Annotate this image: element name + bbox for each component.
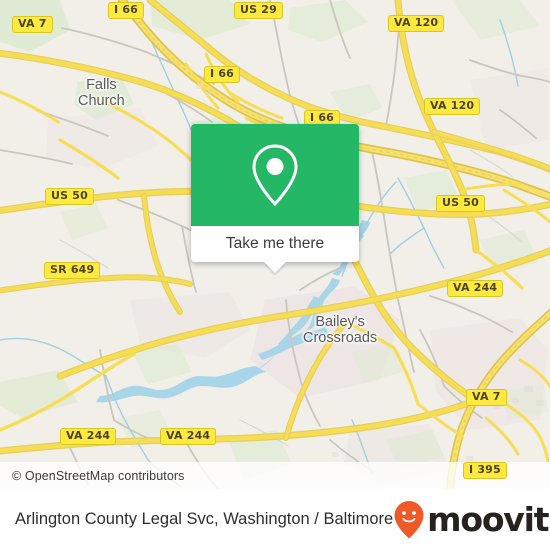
take-me-there-button[interactable]: Take me there [226, 235, 324, 253]
place-label-line2: Church [78, 93, 125, 109]
place-label-baileys-crossroads: Bailey's Crossroads [303, 314, 377, 346]
road-shield: VA 7 [12, 16, 53, 33]
location-popup[interactable]: Take me there [191, 124, 359, 273]
place-label-line1: Falls [86, 77, 117, 93]
place-label-falls-church: Falls Church [78, 77, 125, 109]
road-shield: I 66 [204, 66, 241, 83]
popup-pointer-tail [264, 262, 286, 273]
road-shield: US 29 [234, 2, 283, 19]
moovit-brand[interactable]: moovit [393, 500, 550, 540]
road-shield: VA 120 [388, 15, 445, 32]
road-shield: US 50 [45, 188, 94, 205]
popup-footer[interactable]: Take me there [191, 226, 359, 273]
footer-bar: Arlington County Legal Svc, Washington /… [0, 489, 550, 550]
popup-header [191, 124, 359, 226]
road-shield: VA 7 [466, 389, 507, 406]
road-shield: I 66 [108, 2, 145, 19]
moovit-smiley-pin-icon [394, 500, 424, 538]
moovit-wordmark: moovit [427, 500, 549, 539]
map-pin-icon [252, 144, 298, 207]
road-shield: I 395 [463, 462, 507, 479]
place-label-line1: Bailey's [315, 314, 365, 330]
osm-attribution-text[interactable]: © OpenStreetMap contributors [12, 469, 185, 483]
road-shield: VA 244 [160, 428, 217, 445]
road-shield: US 50 [436, 195, 485, 212]
place-label-line2: Crossroads [303, 330, 378, 346]
road-shield: VA 244 [60, 428, 117, 445]
road-shield: VA 120 [424, 98, 481, 115]
road-shield: VA 244 [447, 280, 504, 297]
location-title: Arlington County Legal Svc, Washington /… [15, 510, 394, 528]
screenshot-root: .rd-casing { fill:none; stroke:#e3cf5c; … [0, 0, 550, 550]
road-shield: SR 649 [44, 262, 101, 279]
